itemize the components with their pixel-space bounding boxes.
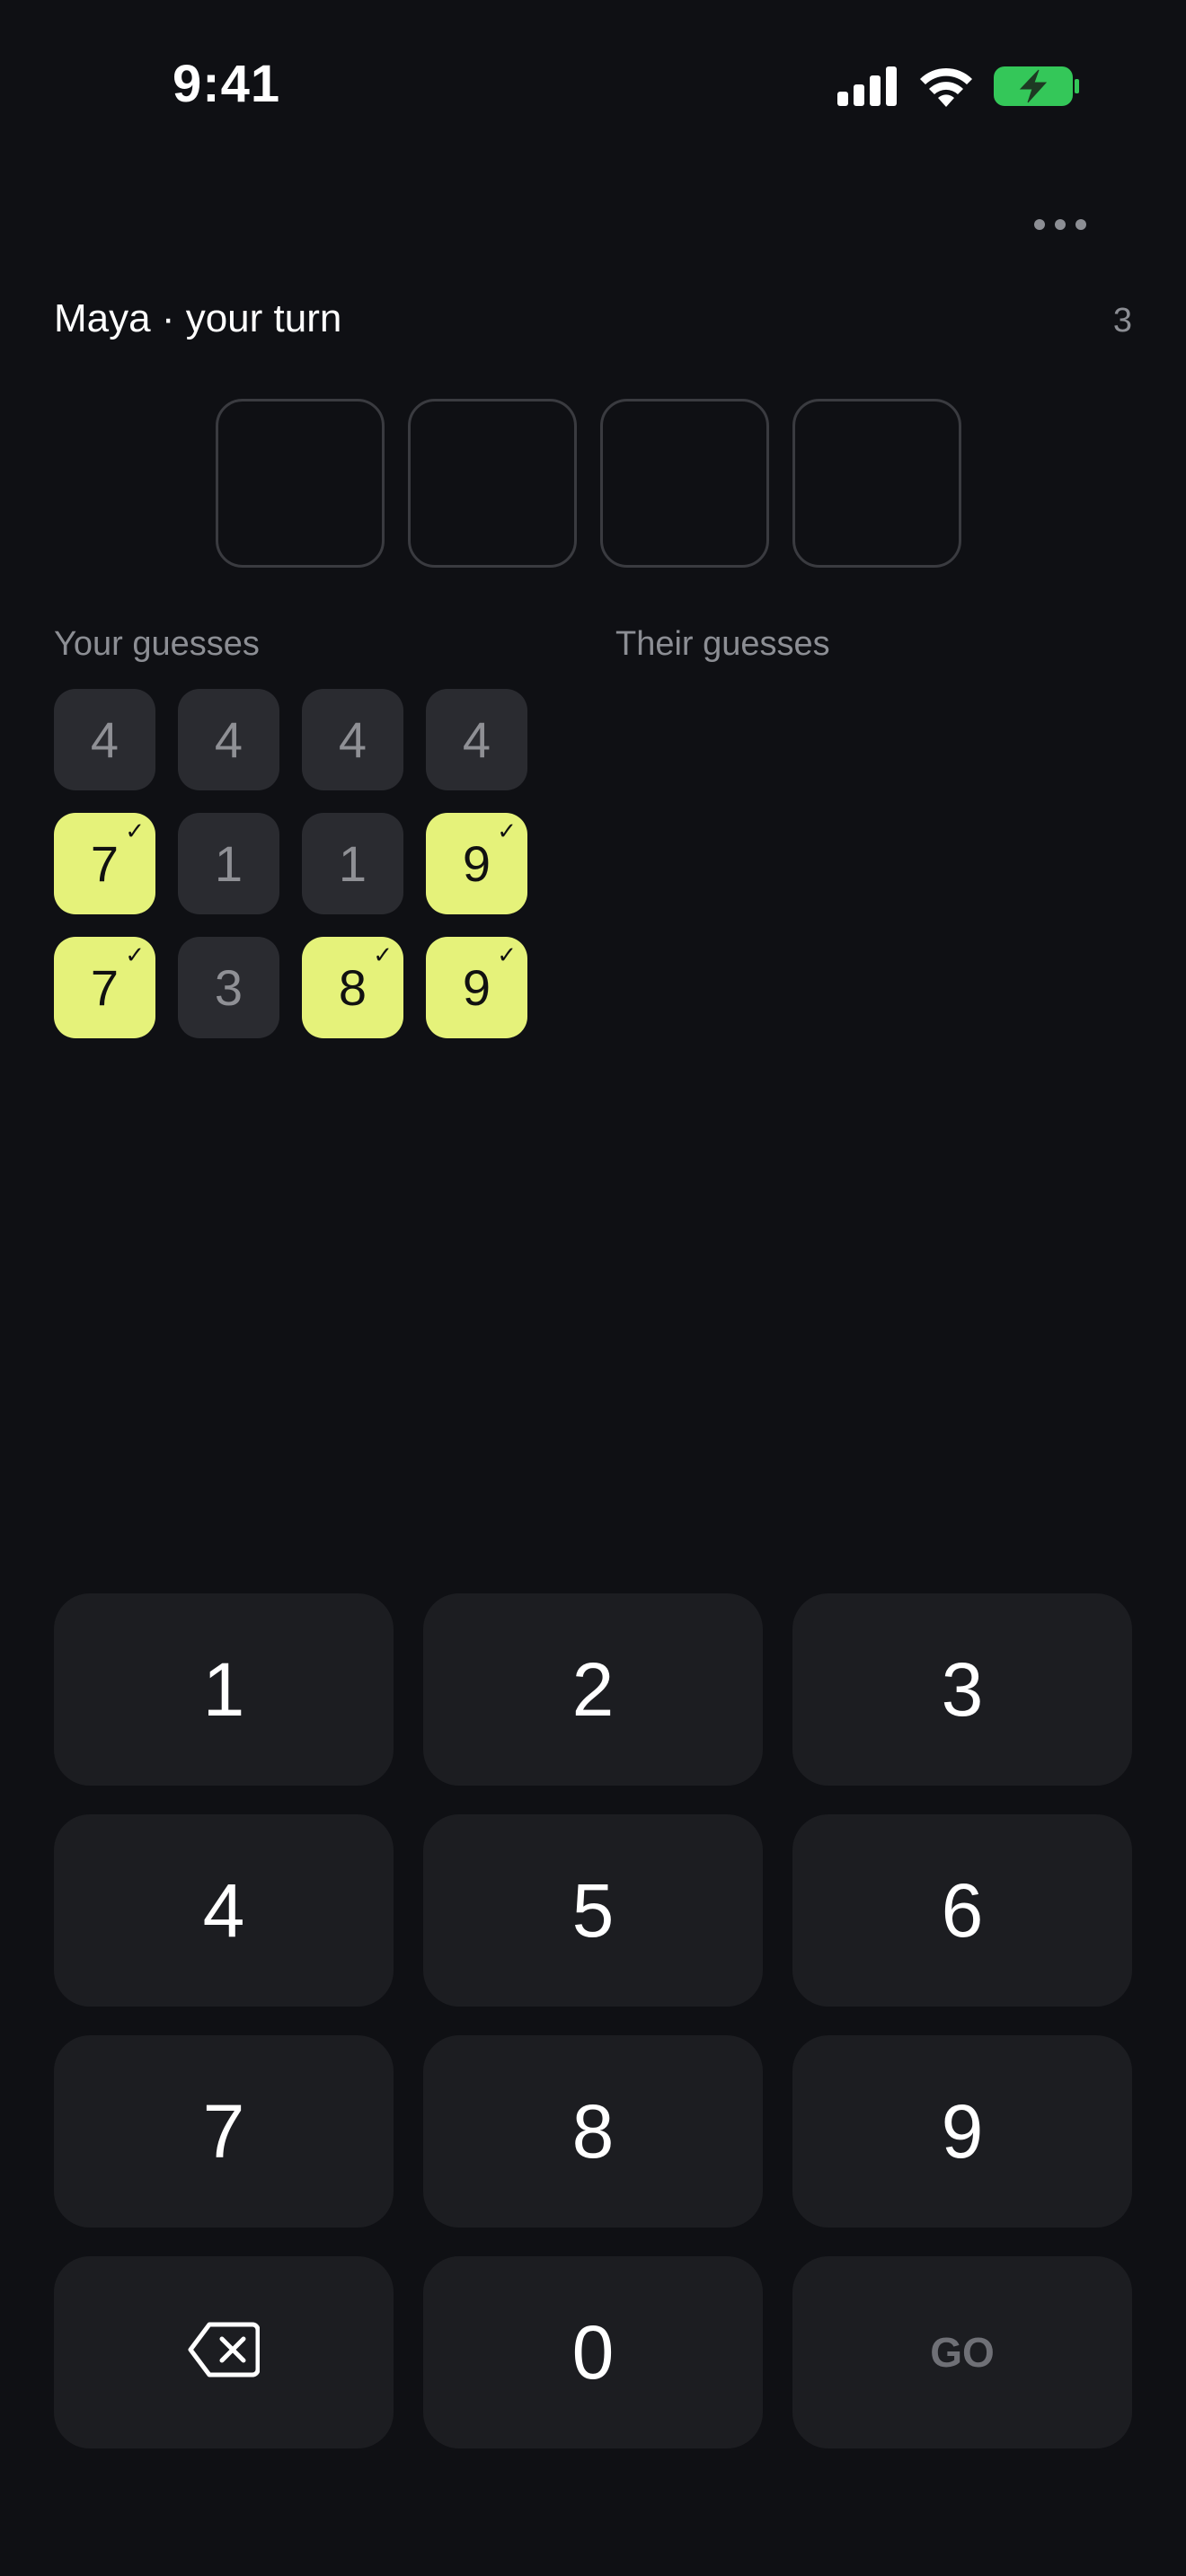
key-9[interactable]: 9 [792,2035,1132,2228]
checkmark-icon: ✓ [497,942,517,969]
code-slot [792,399,961,568]
guess-tile: 4 [178,689,279,790]
guess-digit: 4 [462,711,491,768]
key-0[interactable]: 0 [423,2256,763,2448]
guess-digit: 1 [214,835,243,892]
code-input-slots [216,399,961,568]
guess-digit: 7 [90,959,119,1016]
more-options-button[interactable] [1024,203,1096,250]
checkmark-icon: ✓ [125,818,145,845]
key-5[interactable]: 5 [423,1814,763,2007]
turn-header: Maya · your turn 3 [54,289,1132,352]
code-slot [216,399,385,568]
player-turn-label: Maya · your turn [54,296,342,340]
guess-tile-correct: 7 ✓ [54,813,155,914]
guess-tile: 4 [302,689,403,790]
cellular-signal-icon [837,66,898,110]
guess-row: 7 ✓ 1 1 9 ✓ [54,813,527,914]
key-7[interactable]: 7 [54,2035,394,2228]
guess-row: 4 4 4 4 [54,689,527,790]
guess-row: 7 ✓ 3 8 ✓ 9 ✓ [54,937,527,1038]
guess-tile-correct: 8 ✓ [302,937,403,1038]
your-guesses-heading: Your guesses [54,625,260,663]
number-keypad: 1 2 3 4 5 6 7 8 9 0 GO [54,1593,1132,2448]
guess-tile: 4 [54,689,155,790]
status-icons [837,65,1080,112]
guess-tile: 1 [178,813,279,914]
guess-digit: 9 [462,959,491,1016]
key-6[interactable]: 6 [792,1814,1132,2007]
checkmark-icon: ✓ [373,942,393,969]
guess-digit: 4 [90,711,119,768]
your-guesses-grid: 4 4 4 4 7 ✓ 1 1 9 ✓ 7 ✓ 3 8 ✓ 9 ✓ [54,689,527,1061]
guess-digit: 9 [462,835,491,892]
guess-digit: 1 [338,835,367,892]
backspace-icon [188,2309,261,2396]
battery-charging-icon [994,65,1080,112]
guess-tile: 3 [178,937,279,1038]
status-time: 9:41 [173,55,281,113]
their-guesses-heading: Their guesses [615,625,830,663]
key-8[interactable]: 8 [423,2035,763,2228]
guess-digit: 8 [338,959,367,1016]
guess-digit: 4 [338,711,367,768]
go-button[interactable]: GO [792,2256,1132,2448]
round-count: 3 [1112,302,1132,340]
guess-tile-correct: 7 ✓ [54,937,155,1038]
status-bar: 9:41 [0,0,1186,180]
guess-digit: 4 [214,711,243,768]
key-4[interactable]: 4 [54,1814,394,2007]
code-slot [408,399,577,568]
key-3[interactable]: 3 [792,1593,1132,1786]
guess-tile-correct: 9 ✓ [426,813,527,914]
guess-tile: 1 [302,813,403,914]
backspace-button[interactable] [54,2256,394,2448]
wifi-icon [918,66,974,111]
checkmark-icon: ✓ [497,818,517,845]
guess-tile: 4 [426,689,527,790]
guess-digit: 3 [214,959,243,1016]
checkmark-icon: ✓ [125,942,145,969]
ellipsis-icon [1033,218,1087,235]
guess-digit: 7 [90,835,119,892]
guess-tile-correct: 9 ✓ [426,937,527,1038]
code-slot [600,399,769,568]
key-1[interactable]: 1 [54,1593,394,1786]
key-2[interactable]: 2 [423,1593,763,1786]
